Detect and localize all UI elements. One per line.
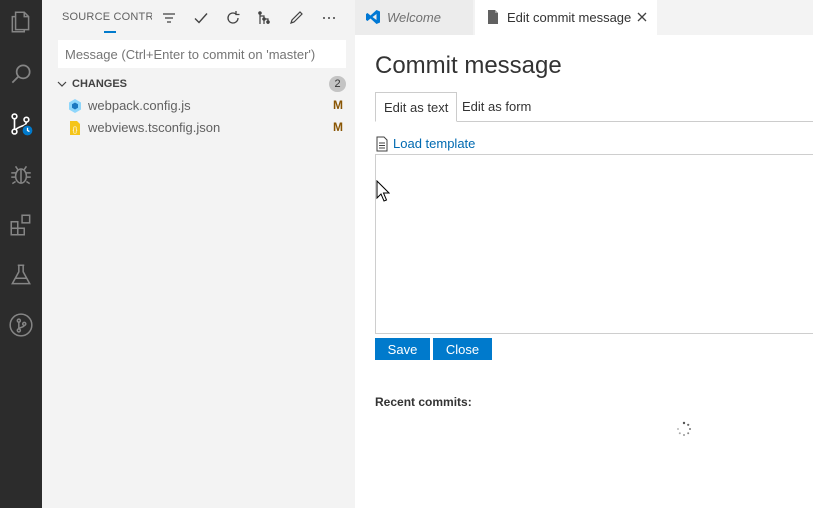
loading-spinner-icon: [677, 421, 691, 436]
activity-bar: [0, 0, 42, 508]
load-template-label: Load template: [393, 136, 476, 151]
page-title: Commit message: [375, 52, 562, 79]
editor-tabs: Welcome Edit commit message: [355, 0, 813, 35]
changes-group-header[interactable]: CHANGES 2: [42, 74, 355, 94]
close-icon[interactable]: [636, 11, 648, 23]
commit-check-icon[interactable]: [191, 8, 211, 28]
source-control-sidebar: SOURCE CONTR... CHANGES 2 webpack.config…: [42, 0, 355, 508]
mouse-cursor-icon: [376, 180, 390, 202]
sidebar-header: SOURCE CONTR...: [42, 0, 355, 35]
commit-message-textarea[interactable]: [375, 154, 813, 334]
close-button[interactable]: Close: [433, 338, 492, 360]
active-view-indicator: [104, 31, 116, 33]
file-status-modified: M: [333, 98, 343, 112]
tab-label: Welcome: [387, 10, 441, 25]
tab-label: Edit commit message: [507, 10, 632, 25]
file-list-item[interactable]: {} webviews.tsconfig.json M: [42, 117, 355, 139]
file-status-modified: M: [333, 120, 343, 134]
refresh-icon[interactable]: [223, 8, 243, 28]
edit-pencil-icon[interactable]: [286, 8, 306, 28]
explorer-icon[interactable]: [5, 6, 37, 38]
git-graph-icon[interactable]: [5, 309, 37, 341]
file-name: webpack.config.js: [88, 98, 191, 113]
changes-label: CHANGES: [72, 78, 128, 90]
commit-message-input[interactable]: [58, 40, 346, 68]
filter-icon[interactable]: [159, 8, 179, 28]
search-icon[interactable]: [5, 58, 37, 90]
vscode-logo-icon: [366, 10, 380, 24]
json-file-icon: {}: [70, 121, 80, 135]
editor-area: Welcome Edit commit message Commit messa…: [355, 0, 813, 508]
testing-icon[interactable]: [5, 259, 37, 291]
chevron-down-icon: [57, 81, 67, 87]
save-button[interactable]: Save: [375, 338, 430, 360]
tab-welcome[interactable]: Welcome: [355, 0, 474, 35]
sidebar-title: SOURCE CONTR...: [62, 11, 152, 23]
branch-graph-icon[interactable]: [254, 8, 274, 28]
webpack-file-icon: [69, 99, 81, 113]
tab-edit-as-form[interactable]: Edit as form: [454, 92, 539, 121]
tab-edit-commit-message[interactable]: Edit commit message: [475, 0, 657, 35]
extensions-icon[interactable]: [5, 209, 37, 241]
changes-count-badge: 2: [329, 76, 346, 92]
mode-tabs: Edit as text Edit as form: [375, 92, 813, 122]
svg-text:{}: {}: [73, 127, 78, 134]
source-control-icon[interactable]: [5, 108, 37, 140]
recent-commits-label: Recent commits:: [375, 395, 472, 409]
tab-edit-as-text[interactable]: Edit as text: [375, 92, 458, 122]
file-icon: [488, 10, 498, 24]
file-name: webviews.tsconfig.json: [88, 120, 221, 135]
debug-icon[interactable]: [5, 159, 37, 191]
document-icon: [376, 136, 388, 152]
file-list-item[interactable]: webpack.config.js M: [42, 95, 355, 117]
more-actions-icon[interactable]: [319, 8, 339, 28]
